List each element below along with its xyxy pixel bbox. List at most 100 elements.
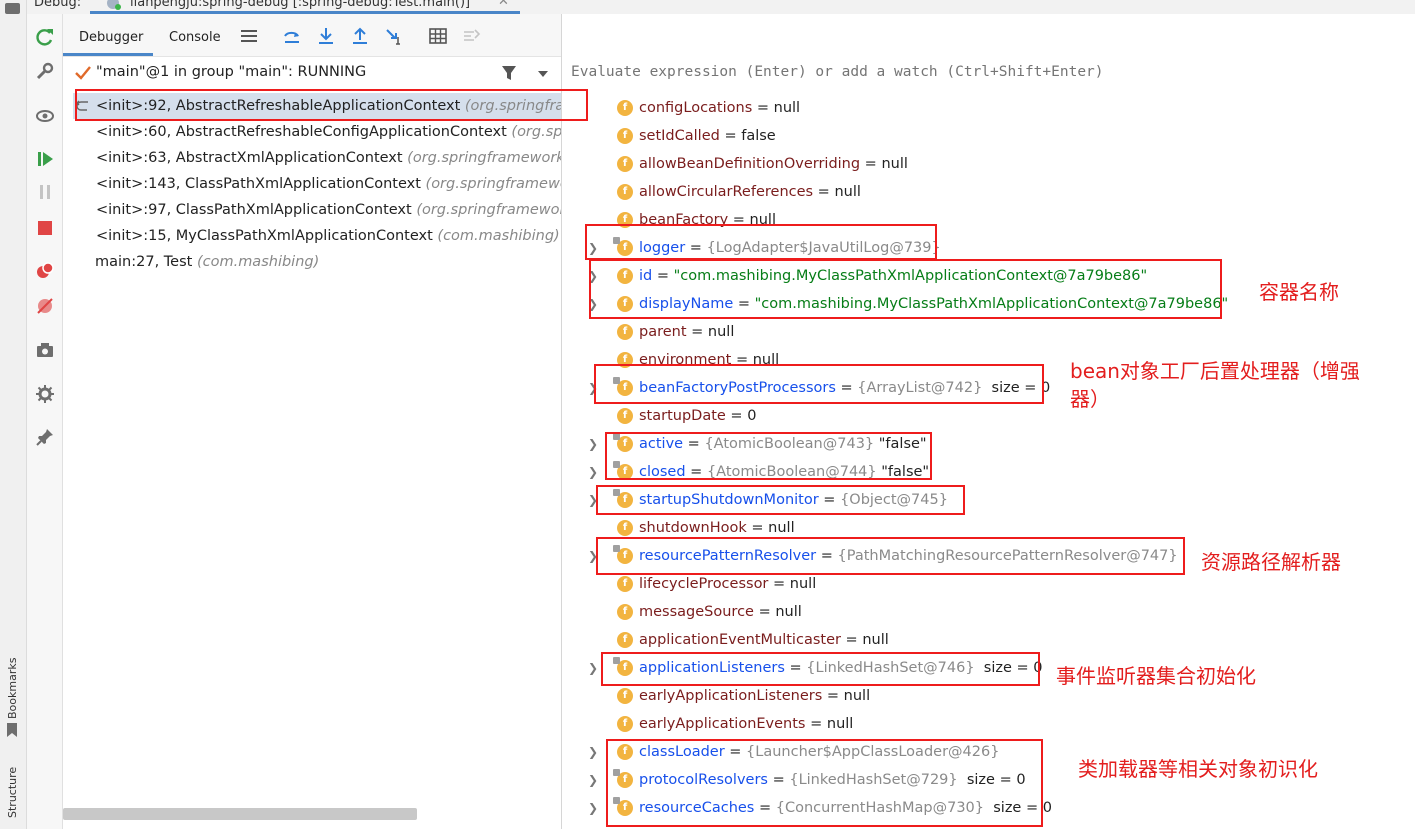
debug-session-bar: Debug: lianpengju:spring-debug [:spring-… (0, 0, 1415, 14)
tab-console[interactable]: Console (169, 30, 221, 45)
bookmarks-label: Bookmarks (6, 657, 19, 719)
debug-label: Debug: (34, 0, 82, 10)
expand-chevron-icon[interactable]: ❯ (588, 794, 600, 822)
expand-chevron-icon[interactable]: ❯ (588, 738, 600, 766)
tab-debugger-underline (63, 53, 153, 56)
settings-wrench-icon[interactable] (35, 61, 55, 81)
pause-icon[interactable] (35, 182, 55, 202)
expand-chevron-icon[interactable]: ❯ (588, 458, 600, 486)
variable-value: null (834, 184, 861, 200)
equals-sign: = (752, 100, 774, 116)
variable-text: earlyApplicationListeners = null (639, 682, 870, 710)
note-listeners: 事件监听器集合初始化 (1056, 664, 1256, 688)
variable-value: null (826, 716, 854, 732)
trace-stream-icon[interactable] (463, 27, 481, 45)
stop-icon[interactable] (35, 218, 55, 238)
equals-sign: = (753, 604, 776, 620)
horizontal-scrollbar[interactable] (63, 808, 417, 820)
gear-icon[interactable] (35, 384, 55, 404)
structure-tool-tab[interactable]: Structure (2, 762, 24, 828)
field-icon: f (617, 128, 633, 144)
highlight-startup-shutdown-monitor (596, 485, 965, 515)
equals-sign: = (822, 688, 844, 704)
variable-text: allowCircularReferences = null (639, 178, 861, 206)
equals-sign: = (719, 128, 742, 144)
field-icon: f (617, 100, 633, 116)
camera-icon[interactable] (35, 340, 55, 360)
session-title[interactable]: lianpengju:spring-debug [:spring-debug:T… (130, 0, 470, 10)
field-icon: f (617, 716, 633, 732)
equals-sign: = (725, 408, 748, 424)
close-icon[interactable]: ✕ (498, 0, 509, 9)
highlight-logger (585, 224, 937, 260)
resume-program-icon[interactable] (35, 149, 55, 169)
chevron-down-icon[interactable] (537, 70, 549, 78)
filter-icon[interactable] (501, 65, 517, 81)
thread-selector[interactable]: "main"@1 in group "main": RUNNING (63, 57, 561, 91)
highlight-id-displayname (589, 259, 1222, 319)
equals-sign: = (746, 520, 769, 536)
highlight-bean-factory-post-processors (594, 364, 1044, 404)
variable-name: parent (639, 324, 687, 340)
variable-name: allowBeanDefinitionOverriding (639, 156, 861, 172)
expand-chevron-icon[interactable]: ❯ (588, 654, 600, 682)
variable-name: setIdCalled (639, 128, 720, 144)
stack-frame[interactable]: <init>:143, ClassPathXmlApplicationConte… (96, 171, 561, 197)
highlight-classloader-group (606, 739, 1043, 827)
step-into-icon[interactable] (317, 27, 335, 45)
variable-name: configLocations (639, 100, 753, 116)
project-folder-icon[interactable] (5, 3, 20, 14)
bookmarks-tool-tab[interactable]: Bookmarks (2, 651, 24, 741)
menu-icon[interactable] (240, 27, 258, 45)
view-breakpoints-icon[interactable] (35, 261, 55, 281)
equals-sign: = (860, 156, 882, 172)
highlight-resource-pattern-resolver (596, 537, 1185, 575)
field-icon: f (617, 688, 633, 704)
field-icon: f (617, 632, 633, 648)
evaluate-grid-icon[interactable] (429, 27, 447, 45)
view-eye-icon[interactable] (35, 106, 55, 126)
variable-name: shutdownHook (639, 520, 747, 536)
pin-icon[interactable] (35, 427, 55, 447)
debug-side-toolbar (27, 14, 63, 829)
variable-name: messageSource (639, 604, 754, 620)
variable-value: null (843, 688, 871, 704)
rerun-icon[interactable] (35, 27, 55, 47)
stack-frame[interactable]: <init>:63, AbstractXmlApplicationContext… (96, 145, 561, 171)
run-to-cursor-icon[interactable] (385, 27, 403, 45)
field-icon: f (617, 408, 633, 424)
variable-value: null (789, 576, 817, 592)
step-over-icon[interactable] (283, 27, 301, 45)
mute-breakpoints-icon[interactable] (35, 296, 55, 316)
note-bfpp-line1: bean对象工厂后置处理器（增强 (1070, 359, 1360, 383)
stack-frame[interactable]: <init>:60, AbstractRefreshableConfigAppl… (96, 119, 561, 145)
checkmark-icon (75, 66, 91, 80)
variable-name: applicationEventMulticaster (639, 632, 841, 648)
variable-text: parent = null (639, 318, 734, 346)
variable-value: null (773, 100, 801, 116)
expand-chevron-icon[interactable]: ❯ (588, 430, 600, 458)
field-icon: f (617, 324, 633, 340)
variable-name: earlyApplicationEvents (639, 716, 806, 732)
field-icon: f (617, 156, 633, 172)
note-container-name: 容器名称 (1259, 280, 1339, 304)
note-bfpp-line2: 器） (1070, 387, 1110, 411)
tab-debugger[interactable]: Debugger (79, 30, 143, 45)
evaluate-expression-input[interactable] (571, 64, 1371, 80)
field-icon: f (617, 520, 633, 536)
field-icon: f (617, 576, 633, 592)
variable-text: startupDate = 0 (639, 402, 756, 430)
stack-frame[interactable]: main:27, Test (com.mashibing) (95, 249, 560, 275)
frames-list: <init>:92, AbstractRefreshableApplicatio… (63, 90, 561, 829)
equals-sign: = (768, 576, 790, 592)
variable-name: lifecycleProcessor (639, 576, 769, 592)
variable-value: null (862, 632, 889, 648)
highlight-application-listeners (601, 652, 1040, 686)
evaluate-bar (562, 57, 1415, 90)
variable-name: allowCircularReferences (639, 184, 814, 200)
step-out-icon[interactable] (351, 27, 369, 45)
stack-frame[interactable]: <init>:15, MyClassPathXmlApplicationCont… (96, 223, 561, 249)
variable-text: earlyApplicationEvents = null (639, 710, 853, 738)
expand-chevron-icon[interactable]: ❯ (588, 766, 600, 794)
stack-frame[interactable]: <init>:97, ClassPathXmlApplicationContex… (96, 197, 561, 223)
